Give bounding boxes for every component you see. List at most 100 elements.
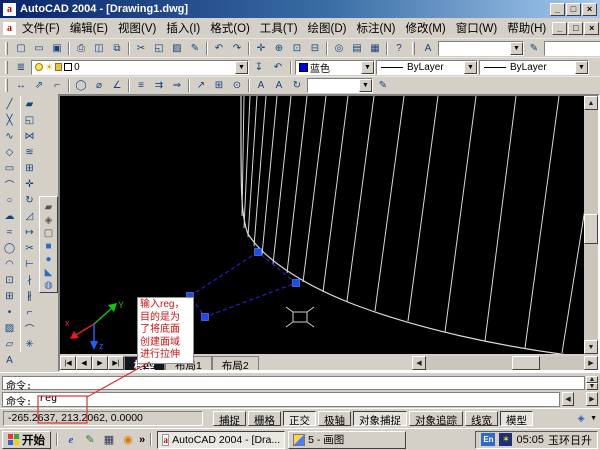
construction-line-button[interactable]: ╳	[1, 112, 18, 128]
surface-generator-line[interactable]	[302, 95, 327, 283]
toolbar-grip[interactable]	[5, 79, 8, 92]
chevron-down-icon[interactable]: ▼	[361, 60, 374, 74]
revision-cloud-button[interactable]: ☁	[1, 208, 18, 224]
dim-style-button[interactable]: ✎	[525, 40, 543, 56]
close-button[interactable]: ×	[582, 2, 597, 16]
text-style-combo[interactable]: ▼	[438, 40, 524, 56]
vertical-scrollbar[interactable]: ▲ ▼	[584, 96, 598, 354]
dimension-style-combo[interactable]: ▼	[307, 78, 373, 93]
status-toggle-4[interactable]: 对象捕捉	[353, 411, 407, 427]
radius-dimension-button[interactable]: ◯	[72, 77, 90, 94]
chamfer-button[interactable]: ⌐	[21, 304, 38, 320]
baseline-dimension-button[interactable]: ⇉	[150, 77, 168, 94]
rectangle-button[interactable]: ▭	[1, 160, 18, 176]
scroll-left-icon[interactable]: ◀	[412, 356, 426, 370]
minimize-button[interactable]: _	[550, 2, 565, 16]
layer-color-swatch[interactable]	[64, 63, 73, 71]
dimension-style-manager-button[interactable]: ✎	[374, 77, 392, 94]
surface-generator-line[interactable]	[524, 95, 560, 349]
surface-generator-line[interactable]	[561, 96, 600, 354]
layer-manager-button[interactable]: ≣	[12, 59, 30, 75]
menu-item[interactable]: 窗口(W)	[451, 18, 503, 38]
sphere-button[interactable]: ●	[40, 253, 57, 266]
menu-item[interactable]: 视图(V)	[113, 18, 161, 38]
grip-point[interactable]	[254, 248, 262, 256]
ellipse-arc-button[interactable]: ◠	[1, 256, 18, 272]
make-object-layer-current-button[interactable]: ↧	[250, 59, 268, 75]
redo-button[interactable]: ↷	[228, 40, 246, 56]
toolbar-grip[interactable]	[412, 41, 415, 55]
copy-button[interactable]: ◱	[150, 40, 168, 56]
chevron-down-icon[interactable]: ▼	[464, 60, 477, 74]
communication-center-icon[interactable]: ◈	[574, 412, 588, 426]
box-surface-button[interactable]: ▢	[40, 227, 57, 240]
move-button[interactable]: ✛	[21, 176, 38, 192]
command-history[interactable]: 命令:	[2, 376, 585, 392]
tab-nav-button[interactable]: ▶	[92, 356, 108, 370]
tolerance-button[interactable]: ⊞	[210, 77, 228, 94]
dim-style-combo[interactable]: ▼	[544, 40, 600, 56]
plot-preview-button[interactable]: ◫	[90, 40, 108, 56]
language-indicator[interactable]: En	[481, 433, 496, 446]
status-toggle-1[interactable]: 栅格	[248, 411, 281, 427]
layer-on-icon[interactable]	[35, 63, 43, 71]
show-desktop-icon[interactable]: ▦	[101, 432, 117, 448]
status-toggle-2[interactable]: 正交	[283, 411, 316, 427]
spline-button[interactable]: ≈	[1, 224, 18, 240]
layer-freeze-icon[interactable]: ☀	[45, 62, 53, 73]
chevron-down-icon[interactable]: ▼	[575, 60, 588, 74]
zoom-realtime-button[interactable]: ⊕	[270, 40, 288, 56]
region-button[interactable]: ▱	[1, 336, 18, 352]
chevron-down-icon[interactable]: ▼	[510, 41, 523, 55]
hatch-button[interactable]: ▨	[1, 320, 18, 336]
open-button[interactable]: ▭	[30, 40, 48, 56]
surface-generator-line[interactable]	[346, 95, 375, 302]
layer-lock-icon[interactable]	[55, 63, 63, 71]
scroll-up-icon[interactable]: ▲	[584, 96, 598, 110]
command-scroll-up-icon[interactable]: ▲	[586, 376, 598, 383]
properties-button[interactable]: ▤	[348, 40, 366, 56]
array-button[interactable]: ⊞	[21, 160, 38, 176]
aligned-dimension-button[interactable]: ⇗	[30, 77, 48, 94]
polyline-button[interactable]: ∿	[1, 128, 18, 144]
dimension-text-edit-button[interactable]: A	[270, 77, 288, 94]
point-button[interactable]: •	[1, 304, 18, 320]
start-button[interactable]: 开始	[2, 430, 51, 449]
text-style-button[interactable]: A	[419, 40, 437, 56]
arc-button[interactable]: ⌒	[1, 176, 18, 192]
tab-nav-button[interactable]: |◀	[60, 356, 76, 370]
taskbar-task-0[interactable]: a AutoCAD 2004 - [Dra...	[157, 430, 286, 449]
copy-object-button[interactable]: ◱	[21, 112, 38, 128]
menu-item[interactable]: 修改(M)	[400, 18, 450, 38]
design-center-button[interactable]: ▦	[366, 40, 384, 56]
command-input[interactable]: 命令: reg	[2, 392, 560, 408]
doc-close-button[interactable]: ×	[584, 21, 600, 35]
lineweight-combo[interactable]: ByLayer ▼	[479, 59, 589, 75]
command-scroll-left-icon[interactable]: ◀	[562, 392, 574, 406]
angular-dimension-button[interactable]: ∠	[108, 77, 126, 94]
doc-minimize-button[interactable]: _	[552, 21, 568, 35]
quick-launch-overflow[interactable]: »	[139, 434, 145, 446]
layer-combo[interactable]: ☀ 0 ▼	[31, 59, 249, 75]
command-scroll-right-icon[interactable]: ▶	[586, 392, 598, 406]
menu-item[interactable]: 编辑(E)	[65, 18, 113, 38]
menu-item[interactable]: 文件(F)	[17, 18, 65, 38]
find-button[interactable]: ◎	[330, 40, 348, 56]
status-toggle-0[interactable]: 捕捉	[213, 411, 246, 427]
scale-button[interactable]: ◿	[21, 208, 38, 224]
media-player-icon[interactable]: ◉	[120, 432, 136, 448]
mail-compose-icon[interactable]: ✎	[82, 432, 98, 448]
surface-generator-line[interactable]	[322, 95, 349, 293]
polygon-button[interactable]: ◇	[1, 144, 18, 160]
selected-region-outline[interactable]	[189, 251, 298, 318]
mtext-button[interactable]: A	[1, 352, 18, 368]
quick-dimension-button[interactable]: ≡	[132, 77, 150, 94]
center-mark-button[interactable]: ⊙	[228, 77, 246, 94]
horizontal-scroll-thumb[interactable]	[512, 356, 540, 370]
surface-generator-line[interactable]	[241, 95, 245, 217]
scroll-right-icon[interactable]: ▶	[584, 356, 598, 370]
rotate-button[interactable]: ↻	[21, 192, 38, 208]
erase-button[interactable]: ▰	[21, 96, 38, 112]
status-toggle-6[interactable]: 线宽	[465, 411, 498, 427]
tab-layout2[interactable]: 布局2	[211, 356, 259, 372]
